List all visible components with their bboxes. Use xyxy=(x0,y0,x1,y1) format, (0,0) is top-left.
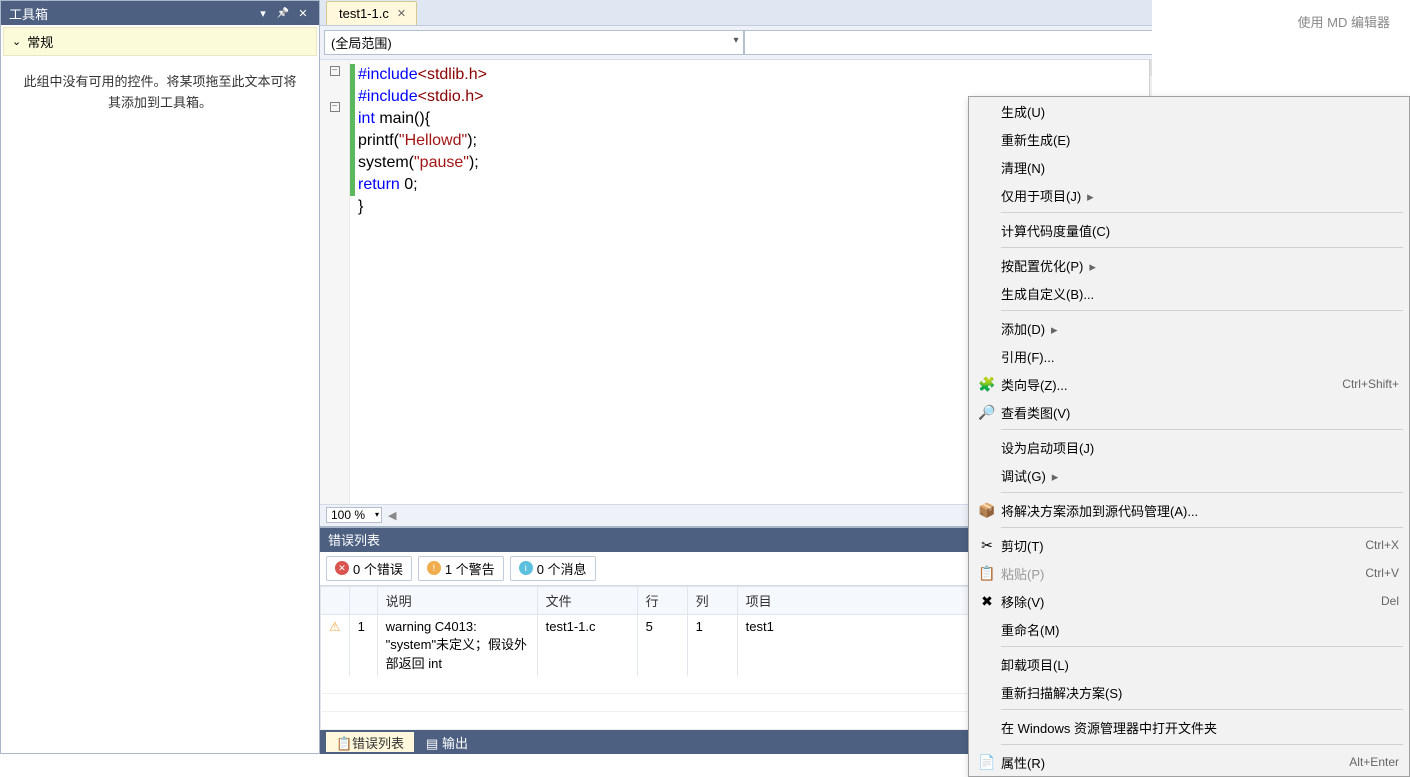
menu-item[interactable]: 重新生成(E) xyxy=(969,125,1409,153)
error-list-icon: 📋 xyxy=(336,736,348,748)
menu-icon: 📋 xyxy=(973,565,1001,582)
menu-icon: 🔎 xyxy=(973,404,1001,421)
toolbox-title: 工具箱 xyxy=(9,4,48,23)
file-tab[interactable]: test1-1.c ✕ xyxy=(326,1,417,25)
menu-item[interactable]: 🔎查看类图(V) xyxy=(969,398,1409,426)
fold-gutter: − − xyxy=(320,60,350,504)
scope-combo-left[interactable]: (全局范围) ▾ xyxy=(324,30,744,55)
change-indicator xyxy=(350,64,355,196)
toolbox-panel: 工具箱 ⌄ 常规 此组中没有可用的控件。将某项拖至此文本可将其添加到工具箱。 xyxy=(0,0,320,754)
zoom-value: 100 % xyxy=(331,508,365,522)
menu-item: 📋粘贴(P)Ctrl+V xyxy=(969,559,1409,587)
close-icon[interactable] xyxy=(295,5,311,21)
pin-icon[interactable] xyxy=(275,5,291,21)
tab-error-list[interactable]: 📋错误列表 xyxy=(326,732,414,752)
toolbox-empty-msg: 此组中没有可用的控件。将某项拖至此文本可将其添加到工具箱。 xyxy=(1,58,319,128)
filter-messages[interactable]: i0 个消息 xyxy=(510,556,596,581)
context-menu: 生成(U)重新生成(E)清理(N)仅用于项目(J) 计算代码度量值(C) 按配置优化… xyxy=(968,96,1410,777)
menu-item[interactable]: 生成自定义(B)... xyxy=(969,279,1409,307)
zoom-combo[interactable]: 100 % ▾ xyxy=(326,507,382,523)
error-icon: ✕ xyxy=(335,561,349,575)
menu-icon: ✂ xyxy=(973,537,1001,554)
menu-item[interactable]: 生成(U) xyxy=(969,97,1409,125)
filter-warnings[interactable]: !1 个警告 xyxy=(418,556,504,581)
tab-output[interactable]: ▤输出 xyxy=(416,732,478,752)
scope-label: (全局范围) xyxy=(331,36,392,51)
menu-item[interactable]: ✂剪切(T)Ctrl+X xyxy=(969,531,1409,559)
chevron-down-icon: ▾ xyxy=(733,35,738,46)
chevron-down-icon: ⌄ xyxy=(12,35,21,48)
menu-item[interactable]: 🧩类向导(Z)...Ctrl+Shift+ xyxy=(969,370,1409,398)
menu-item[interactable]: 在 Windows 资源管理器中打开文件夹 xyxy=(969,713,1409,741)
info-icon: i xyxy=(519,561,533,575)
category-label: 常规 xyxy=(27,32,53,51)
menu-item[interactable]: 重新扫描解决方案(S) xyxy=(969,678,1409,706)
menu-icon: 📄 xyxy=(973,754,1001,771)
menu-item[interactable]: 按配置优化(P) xyxy=(969,251,1409,279)
scroll-left-icon[interactable]: ◀ xyxy=(388,509,396,522)
col-file[interactable]: 文件 xyxy=(537,586,637,614)
toolbox-category[interactable]: ⌄ 常规 xyxy=(3,27,317,56)
editor-tabs: test1-1.c ✕ ▾ xyxy=(320,0,1167,26)
menu-item[interactable]: 卸载项目(L) xyxy=(969,650,1409,678)
col-desc[interactable]: 说明 xyxy=(377,586,537,614)
menu-item[interactable]: ✖移除(V)Del xyxy=(969,587,1409,615)
fold-icon[interactable]: − xyxy=(330,102,340,112)
tab-close-icon[interactable]: ✕ xyxy=(397,7,406,20)
col-line[interactable]: 行 xyxy=(637,586,687,614)
menu-item[interactable]: 仅用于项目(J) xyxy=(969,181,1409,209)
col-col[interactable]: 列 xyxy=(687,586,737,614)
filter-errors[interactable]: ✕0 个错误 xyxy=(326,556,412,581)
menu-item[interactable]: 添加(D) xyxy=(969,314,1409,342)
menu-icon: 🧩 xyxy=(973,376,1001,393)
dropdown-icon[interactable] xyxy=(255,5,271,21)
menu-item[interactable]: 重命名(M) xyxy=(969,615,1409,643)
output-icon: ▤ xyxy=(426,736,438,748)
col-order[interactable] xyxy=(349,586,377,614)
menu-item[interactable]: 设为启动项目(J) xyxy=(969,433,1409,461)
toolbox-header: 工具箱 xyxy=(1,1,319,25)
menu-item[interactable]: 调试(G) xyxy=(969,461,1409,489)
fold-icon[interactable]: − xyxy=(330,66,340,76)
menu-icon: ✖ xyxy=(973,593,1001,610)
tab-label: test1-1.c xyxy=(339,6,389,21)
menu-item[interactable]: 清理(N) xyxy=(969,153,1409,181)
scope-combo-right[interactable]: ▾ xyxy=(744,30,1164,55)
menu-item[interactable]: 📦将解决方案添加到源代码管理(A)... xyxy=(969,496,1409,524)
error-list-title: 错误列表 xyxy=(328,530,380,549)
warning-icon: ! xyxy=(427,561,441,575)
md-editor-label: 使用 MD 编辑器 xyxy=(1172,12,1390,31)
menu-item[interactable]: 📄属性(R)Alt+Enter xyxy=(969,748,1409,776)
code-text[interactable]: #include<stdlib.h>#include<stdio.h>int m… xyxy=(350,60,495,504)
menu-item[interactable]: 计算代码度量值(C) xyxy=(969,216,1409,244)
menu-icon: 📦 xyxy=(973,502,1001,519)
col-icon[interactable] xyxy=(321,586,350,614)
chevron-down-icon: ▾ xyxy=(375,510,379,519)
menu-item[interactable]: 引用(F)... xyxy=(969,342,1409,370)
scope-bar: (全局范围) ▾ ▾ xyxy=(320,26,1167,60)
